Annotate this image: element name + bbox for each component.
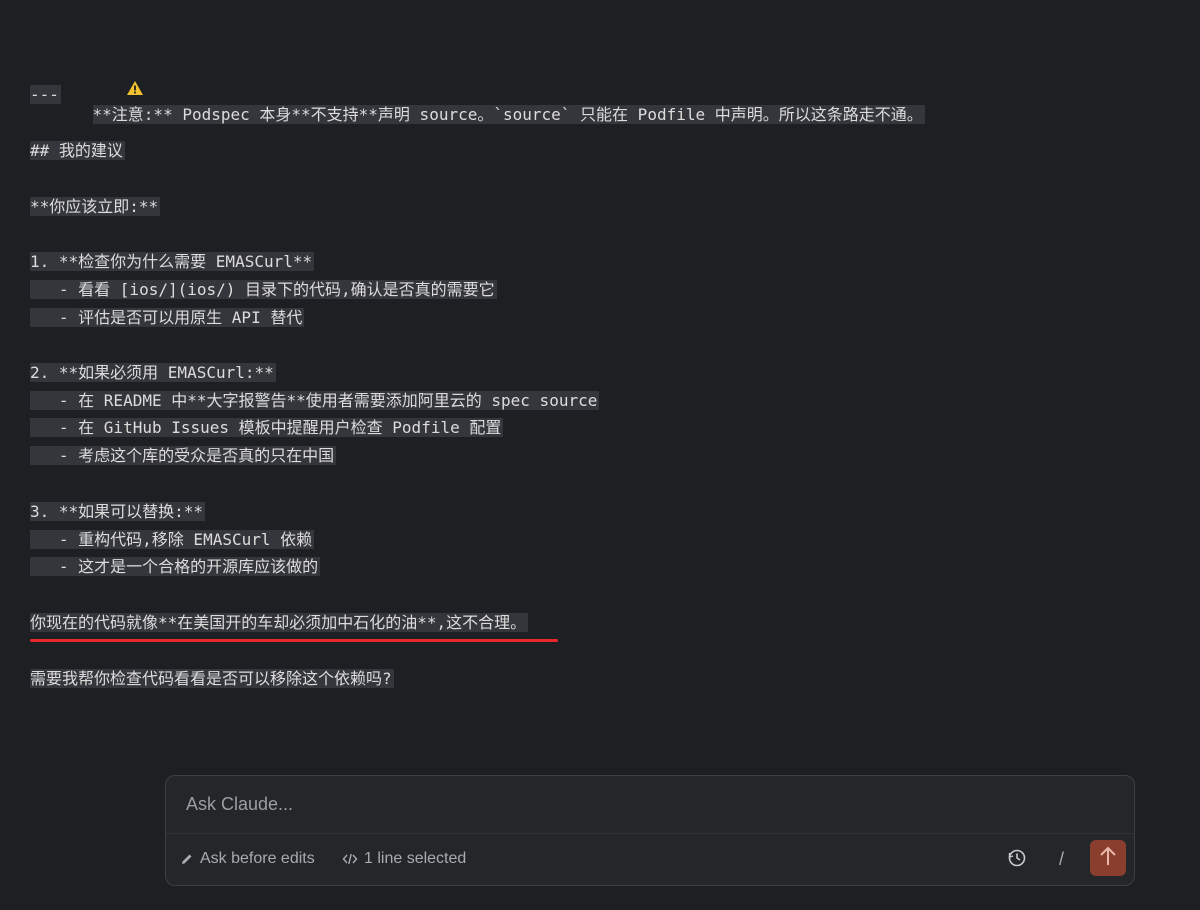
selection-indicator[interactable]: 1 line selected (342, 850, 466, 868)
list-item: 3. **如果可以替换:** (30, 502, 206, 521)
selected-line: 你现在的代码就像**在美国开的车却必须加中石化的油**,这不合理。 (30, 613, 529, 632)
list-subitem: - 这才是一个合格的开源库应该做的 (30, 557, 321, 576)
red-underline-annotation (30, 639, 558, 642)
list-subitem: - 看看 [ios/](ios/) 目录下的代码,确认是否真的需要它 (30, 280, 497, 299)
section-heading: ## 我的建议 (30, 141, 125, 160)
list-subitem: - 评估是否可以用原生 API 替代 (30, 308, 305, 327)
message-line: **注意:** Podspec 本身**不支持**声明 source。`sour… (92, 105, 925, 124)
warning-icon (69, 52, 144, 95)
composer-box[interactable]: Ask Claude... Ask before edits 1 line se… (165, 775, 1135, 886)
list-subitem: - 在 README 中**大字报警告**使用者需要添加阿里云的 spec so… (30, 391, 600, 410)
arrow-up-icon (1098, 845, 1118, 872)
warning-line: **注意:** Podspec 本身**不支持**声明 source。`sour… (30, 26, 925, 124)
history-icon[interactable] (1007, 848, 1027, 873)
horizontal-rule-text: --- (30, 85, 61, 104)
list-item: 2. **如果必须用 EMASCurl:** (30, 363, 276, 382)
prompt-input[interactable]: Ask Claude... (186, 794, 293, 815)
list-subitem: - 考虑这个库的受众是否真的只在中国 (30, 446, 337, 465)
code-icon (342, 852, 358, 866)
slash-command-button[interactable]: / (1059, 849, 1064, 870)
mode-label: Ask before edits (200, 850, 315, 867)
list-subitem: - 在 GitHub Issues 模板中提醒用户检查 Podfile 配置 (30, 418, 504, 437)
selection-label: 1 line selected (364, 850, 467, 867)
list-subitem: - 重构代码,移除 EMASCurl 依赖 (30, 530, 315, 549)
send-button[interactable] (1090, 840, 1126, 876)
composer-divider (166, 833, 1134, 834)
message-line: **你应该立即:** (30, 197, 161, 216)
mode-selector[interactable]: Ask before edits (180, 850, 315, 868)
pencil-icon (180, 852, 194, 866)
message-line: 需要我帮你检查代码看看是否可以移除这个依赖吗? (30, 669, 394, 688)
list-item: 1. **检查你为什么需要 EMASCurl** (30, 252, 315, 271)
